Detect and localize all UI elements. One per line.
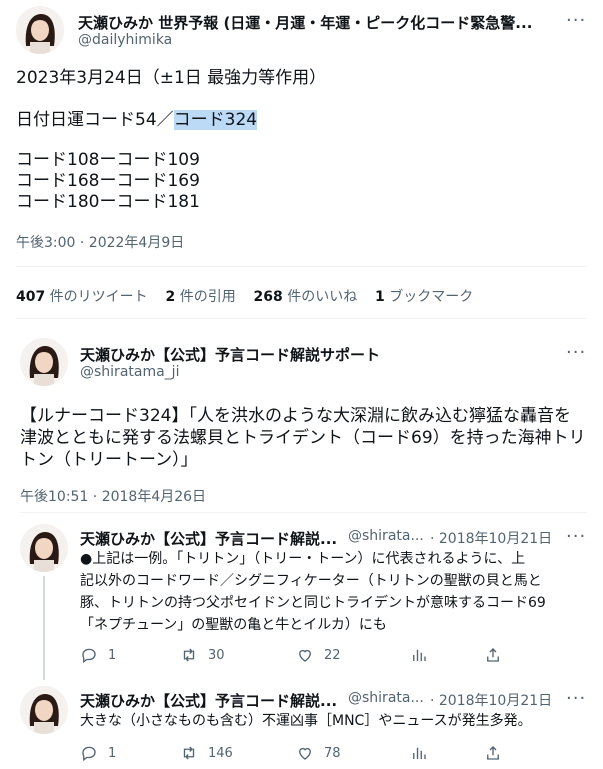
quote-line-3: トン（トリートーン）」 [20,450,198,470]
quote-count[interactable]: 2 件の引用 [166,289,236,305]
reply-date[interactable]: · 2018年10月21日 [430,528,552,548]
avatar[interactable] [20,338,68,386]
reply-line-4: 「ネプチューン」の聖獣の亀と牛とイルカ）にも [80,617,387,633]
quote-line-2: 津波とともに発する法螺貝とトライデント（コード69）を持った海神トリ [20,428,586,448]
highlighted-text: コード324 [173,110,258,130]
reply-button[interactable]: 1 [80,646,116,664]
divider [16,318,587,319]
reply-button[interactable]: 1 [80,744,116,762]
author-name[interactable]: 天瀬ひみか 世界予報 (日運・月運・年運・ピーク化コード緊急警... [78,12,548,33]
avatar[interactable] [16,6,64,54]
reply-thread-line [43,576,45,680]
more-icon[interactable]: ··· [566,12,586,30]
author-name[interactable]: 天瀬ひみか【公式】予言コード解説... [80,528,342,549]
reply-count: 1 [108,745,117,761]
more-icon[interactable]: ··· [566,528,586,546]
author-handle[interactable]: @dailyhimika [78,32,172,48]
analytics-icon [413,649,426,661]
like-icon [299,649,311,662]
more-icon[interactable]: ··· [566,690,586,708]
like-count: 78 [324,745,341,761]
retweet-button[interactable]: 30 [180,646,225,664]
like-count: 22 [324,647,341,663]
share-icon [487,746,499,760]
share-button[interactable] [484,646,502,664]
avatar[interactable] [20,524,68,572]
retweet-icon [183,746,195,760]
tweet-line-5: コード180ーコード181 [16,192,200,212]
analytics-button[interactable] [410,744,428,762]
share-button[interactable] [484,744,502,762]
bookmark-count[interactable]: 1 ブックマーク [375,289,473,305]
like-button[interactable]: 22 [296,646,341,664]
analytics-button[interactable] [410,646,428,664]
author-name[interactable]: 天瀬ひみか【公式】予言コード解説サポート [80,344,550,365]
reply-line-1: 大きな（小さなものも含む）不運凶事［MNC］やニュースが発生多発。 [80,713,532,729]
tweet-stats: 407 件のリツイート 2 件の引用 268 件のいいね 1 ブックマーク [16,286,473,306]
tweet-line-1: 2023年3月24日（±1日 最強力等作用） [16,68,327,88]
avatar[interactable] [20,686,68,734]
tweet-line-2a: 日付日運コード54／ [16,110,174,130]
reply-line-3: 豚、トリトンの持つ父ポセイドンと同じトライデントが意味するコード69 [80,595,546,611]
author-name[interactable]: 天瀬ひみか【公式】予言コード解説... [80,690,342,711]
divider [20,512,587,513]
tweet-line-2: 日付日運コード54／コード324 [16,110,258,131]
reply-date[interactable]: · 2018年10月21日 [430,690,552,710]
like-count[interactable]: 268 件のいいね [254,289,358,305]
more-icon[interactable]: ··· [566,344,586,362]
quote-line-1: 【ルナーコード324】「人を洪水のような大深淵に飲み込む獰猛な轟音を [20,406,571,426]
retweet-count: 146 [208,745,233,761]
tweet-line-3: コード108ーコード109 [16,150,200,170]
like-icon [299,747,311,760]
reply-icon [82,648,96,664]
reply-line-1: ●上記は一例。「トリトン」（トリー・トーン）に代表されるように、上 [80,551,526,567]
tweet-timestamp[interactable]: 午後3:00 · 2022年4月9日 [16,232,184,252]
reply-line-2: 記以外のコードワード／シグニフィケーター（トリトンの聖獣の貝と馬と [80,573,542,589]
author-handle[interactable]: @shirata... [348,690,424,706]
retweet-count: 30 [208,647,225,663]
tweet-line-4: コード168ーコード169 [16,171,200,191]
author-handle[interactable]: @shirata... [348,528,424,544]
reply-count: 1 [108,647,117,663]
divider [16,266,587,267]
author-handle[interactable]: @shiratama_ji [80,364,179,380]
analytics-icon [413,747,426,759]
retweet-button[interactable]: 146 [180,744,233,762]
reply-icon [82,746,96,762]
share-icon [487,648,499,662]
retweet-icon [183,648,195,662]
quote-timestamp[interactable]: 午後10:51 · 2018年4月26日 [20,486,206,506]
retweet-count[interactable]: 407 件のリツイート [16,289,148,305]
like-button[interactable]: 78 [296,744,341,762]
